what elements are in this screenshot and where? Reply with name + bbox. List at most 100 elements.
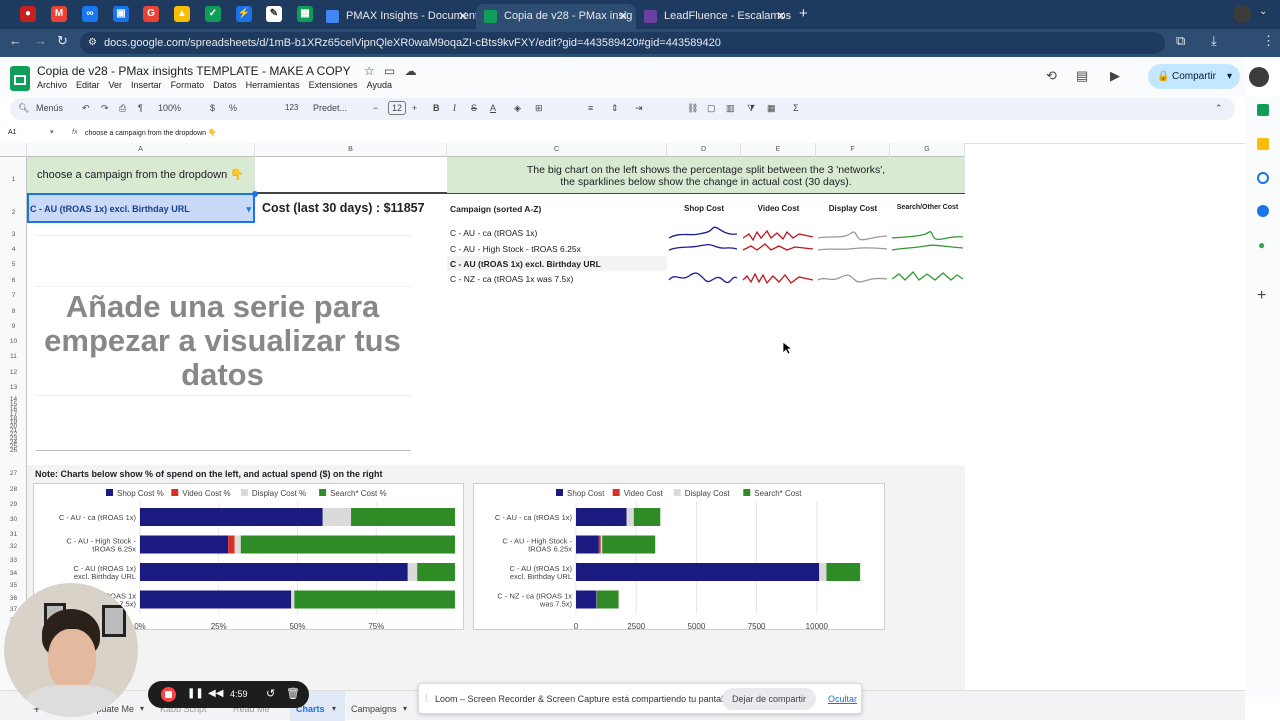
bar-segment[interactable] [140,591,291,609]
version-history-icon[interactable]: ⟲ [1046,68,1057,84]
browser-tab[interactable]: PMAX Insights - Documentos ✕ [318,4,476,29]
menu-extensiones[interactable]: Extensiones [309,80,358,90]
bar-segment[interactable] [602,536,655,554]
filter-icon[interactable]: ⧩ [747,103,755,114]
forward-icon[interactable]: → [34,33,47,48]
browser-tab-active[interactable]: Copia de v28 - PMax insig ✕ [476,4,636,29]
row-header[interactable]: 26 [0,447,27,454]
hide-banner-link[interactable]: Ocultar [828,694,857,704]
bar-segment[interactable] [599,536,601,554]
keep-icon[interactable] [1257,138,1269,150]
formula-input[interactable]: choose a campaign from the dropdown 👇 [85,129,217,137]
functions-button[interactable]: Σ [793,103,799,113]
comments-icon[interactable]: ▤ [1076,68,1088,84]
link-icon[interactable]: ⛓ [687,103,698,114]
campaign-dropdown[interactable]: C - AU (tROAS 1x) excl. Birthday URL ▾ [27,195,255,223]
restart-icon[interactable]: ↺ [266,687,275,700]
pinned-tab-icon[interactable]: ⚡ [236,6,252,22]
bar-segment[interactable] [576,591,596,609]
drag-handle-icon[interactable]: ⁞ [425,693,428,703]
row-header[interactable]: 5 [0,261,27,268]
column-header-f[interactable]: F [816,143,890,157]
pinned-tab-icon[interactable]: ▣ [113,6,129,22]
download-icon[interactable]: ⤓ [1211,33,1217,49]
row-header[interactable]: 1 [0,176,27,183]
vertical-align-icon[interactable]: ⇕ [611,103,619,114]
reload-icon[interactable]: ↻ [57,33,68,49]
bar-segment[interactable] [826,563,860,581]
select-all-corner[interactable] [0,143,27,157]
spend-chart[interactable]: 025005000750010000Shop CostVideo CostDis… [473,483,885,630]
bar-segment[interactable] [597,591,619,609]
description-cell[interactable]: The big chart on the left shows the perc… [447,157,965,193]
search-menus-input[interactable]: Menús [36,103,63,113]
bar-segment[interactable] [819,563,826,581]
chart-icon[interactable]: ▥ [726,103,735,114]
undo-icon[interactable]: ↶ [82,103,90,114]
collapse-toolbar-icon[interactable]: ⌃ [1215,103,1223,114]
row-header[interactable]: 29 [0,501,27,508]
gmail-tab-icon[interactable]: M [51,6,67,22]
menu-insertar[interactable]: Insertar [131,80,162,90]
campaign-row[interactable]: C - AU - ca (tROAS 1x) [450,228,537,238]
row-header[interactable]: 8 [0,308,27,315]
row-header[interactable]: 11 [0,353,27,360]
row-header[interactable]: 13 [0,384,27,391]
sheets-tab-icon[interactable]: ▦ [297,6,313,22]
rewind-icon[interactable]: ◀◀ [208,688,223,699]
borders-icon[interactable]: ⊞ [535,103,543,114]
search-menus-icon[interactable]: 🔍︎ [18,103,29,114]
back-icon[interactable]: ← [9,33,22,48]
bar-segment[interactable] [294,591,455,609]
bar-segment[interactable] [351,508,455,526]
increase-font-size-icon[interactable]: + [412,103,417,113]
wrap-icon[interactable]: ⇥ [635,103,643,114]
bar-segment[interactable] [323,508,351,526]
italic-button[interactable]: I [453,103,456,113]
row-header[interactable]: 30 [0,516,27,523]
bar-segment[interactable] [627,508,634,526]
text-color-button[interactable]: A [490,103,496,113]
ads-tab-icon[interactable]: ▲ [174,6,190,22]
chevron-down-icon[interactable]: ▾ [403,704,407,713]
menu-datos[interactable]: Datos [213,80,237,90]
new-tab-icon[interactable]: + [799,5,808,22]
zoom-select[interactable]: 100% [158,103,181,113]
bar-segment[interactable] [140,508,323,526]
menu-editar[interactable]: Editar [76,80,100,90]
column-header-e[interactable]: E [741,143,816,157]
menu-archivo[interactable]: Archivo [37,80,67,90]
menu-ayuda[interactable]: Ayuda [367,80,392,90]
extensions-icon[interactable]: ⧉ [1176,33,1185,49]
chevron-down-icon[interactable]: ⌄ [1259,6,1267,17]
webcam-bubble[interactable] [4,583,138,717]
row-header[interactable]: 35 [0,582,27,589]
font-size-input[interactable]: 12 [388,101,406,115]
row-header[interactable]: 28 [0,486,27,493]
contacts-icon[interactable] [1257,205,1269,217]
maps-icon[interactable]: ● [1258,238,1265,252]
row-header[interactable]: 36 [0,595,27,602]
chevron-down-icon[interactable]: ▾ [332,704,336,713]
campaign-row[interactable]: C - NZ - ca (tROAS 1x was 7.5x) [450,274,573,284]
star-icon[interactable]: ☆ [364,64,375,78]
pinned-tab-icon[interactable]: ✓ [205,6,221,22]
bar-segment[interactable] [576,536,599,554]
column-header-c[interactable]: C [447,143,667,157]
share-button[interactable]: 🔒 Compartir ▾ [1148,64,1240,89]
more-formats-button[interactable]: 123 [285,103,298,112]
bar-segment[interactable] [601,536,602,554]
fill-color-icon[interactable]: ◈ [514,103,521,114]
trash-icon[interactable]: 🗑 [286,687,300,700]
row-header[interactable]: 12 [0,369,27,376]
address-bar[interactable]: ⚙ docs.google.com/spreadsheets/d/1mB-b1X… [80,32,1165,54]
menu-herramientas[interactable]: Herramientas [246,80,300,90]
chevron-down-icon[interactable]: ▾ [140,704,144,713]
name-box[interactable]: A1 [8,129,17,136]
pause-icon[interactable]: ❚❚ [187,688,204,699]
decrease-font-size-icon[interactable]: − [373,103,378,113]
site-info-icon[interactable]: ⚙ [88,32,97,54]
meet-icon[interactable]: ▶ [1110,68,1120,84]
bar-segment[interactable] [408,563,417,581]
close-icon[interactable]: ✕ [458,7,468,26]
